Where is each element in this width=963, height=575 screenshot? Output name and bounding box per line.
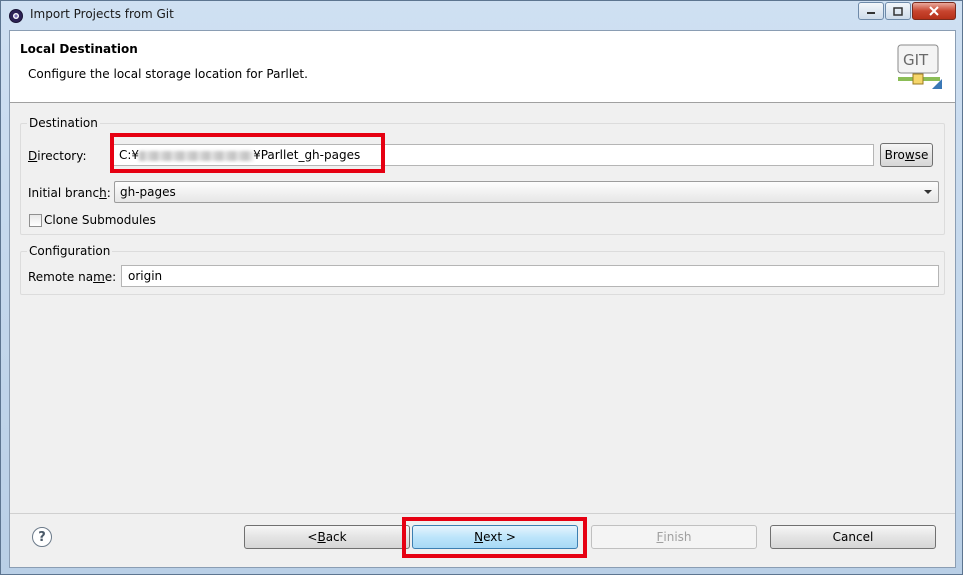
initial-branch-label-pre: Initial branc (28, 186, 100, 200)
destination-group-label: Destination (27, 116, 100, 130)
cancel-button[interactable]: Cancel (770, 525, 936, 549)
finish-label-post: inish (663, 530, 692, 544)
window-title: Import Projects from Git (30, 7, 174, 21)
next-label-mnemonic: N (474, 530, 484, 544)
browse-label-post: se (914, 148, 929, 162)
wizard-header: Local Destination Configure the local st… (10, 31, 955, 103)
browse-label-mnemonic: w (904, 148, 915, 162)
title-bar[interactable]: Import Projects from Git (1, 1, 962, 29)
maximize-button[interactable] (885, 2, 911, 20)
maximize-icon (893, 6, 903, 16)
page-description: Configure the local storage location for… (28, 67, 308, 81)
remote-name-label-post: e: (104, 270, 117, 284)
app-icon (9, 9, 23, 23)
configuration-group-label: Configuration (27, 244, 113, 258)
wizard-footer (10, 513, 955, 514)
remote-name-label-pre: Remote na (28, 270, 94, 284)
close-button[interactable] (912, 2, 956, 20)
minimize-icon (867, 12, 875, 14)
remote-name-label: Remote name: (28, 270, 116, 284)
browse-button[interactable]: Bro w se (880, 143, 933, 167)
initial-branch-label: Initial branch: (28, 186, 111, 200)
browse-label-pre: Bro (884, 148, 905, 162)
directory-value-prefix: C:¥ (119, 148, 140, 162)
clone-submodules-label[interactable]: Clone Submodules (44, 213, 156, 227)
git-logo-icon: GIT (897, 44, 942, 89)
redacted-path (139, 150, 254, 161)
next-button[interactable]: Next > (412, 525, 578, 549)
directory-value-suffix: ¥Parllet_gh-pages (253, 148, 361, 162)
directory-label-mnemonic: D (28, 149, 38, 163)
chevron-down-icon (924, 190, 932, 194)
remote-name-label-mnemonic: m (93, 270, 105, 284)
back-label-pre: < (307, 530, 318, 544)
directory-label: Directory: (28, 149, 87, 163)
initial-branch-label-mnemonic: h (99, 186, 107, 200)
directory-label-rest: irectory: (37, 149, 87, 163)
import-projects-window: Import Projects from Git Local Destinati… (0, 0, 963, 575)
initial-branch-value: gh-pages (120, 185, 176, 199)
finish-label-mnemonic: F (656, 530, 664, 544)
page-title: Local Destination (20, 42, 138, 56)
remote-name-input[interactable]: origin (121, 265, 939, 287)
initial-branch-label-post: : (106, 186, 111, 200)
window-controls (857, 2, 956, 20)
next-label-post: ext > (483, 530, 516, 544)
git-logo-text: GIT (903, 51, 929, 69)
close-icon (929, 6, 939, 16)
directory-input[interactable]: C:¥ ¥Parllet_gh-pages (112, 144, 874, 166)
help-icon[interactable]: ? (32, 527, 52, 547)
back-label-mnemonic: B (317, 530, 326, 544)
minimize-button[interactable] (858, 2, 884, 20)
initial-branch-select[interactable]: gh-pages (114, 181, 939, 203)
back-label-post: ack (325, 530, 347, 544)
clone-submodules-checkbox[interactable] (29, 214, 42, 227)
back-button[interactable]: < Back (244, 525, 410, 549)
wizard-client: Local Destination Configure the local st… (9, 30, 956, 568)
finish-button[interactable]: Finish (591, 525, 757, 549)
configuration-group: Configuration Remote name: origin (20, 244, 945, 295)
destination-group: Destination Directory: C:¥ ¥Parllet_gh-pa… (20, 116, 945, 235)
